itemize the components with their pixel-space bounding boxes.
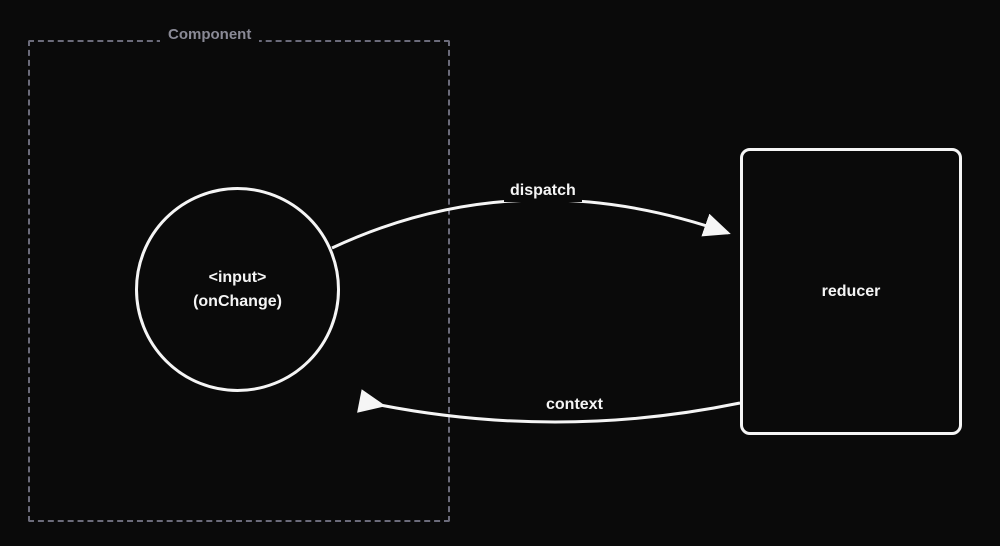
input-node-line2: (onChange) — [193, 290, 282, 314]
context-label: context — [540, 394, 609, 416]
component-label: Component — [160, 26, 259, 43]
input-node: <input> (onChange) — [135, 187, 340, 392]
reducer-node: reducer — [740, 148, 962, 435]
reducer-label: reducer — [822, 283, 881, 301]
dispatch-label: dispatch — [504, 180, 582, 202]
input-node-line1: <input> — [209, 266, 267, 290]
